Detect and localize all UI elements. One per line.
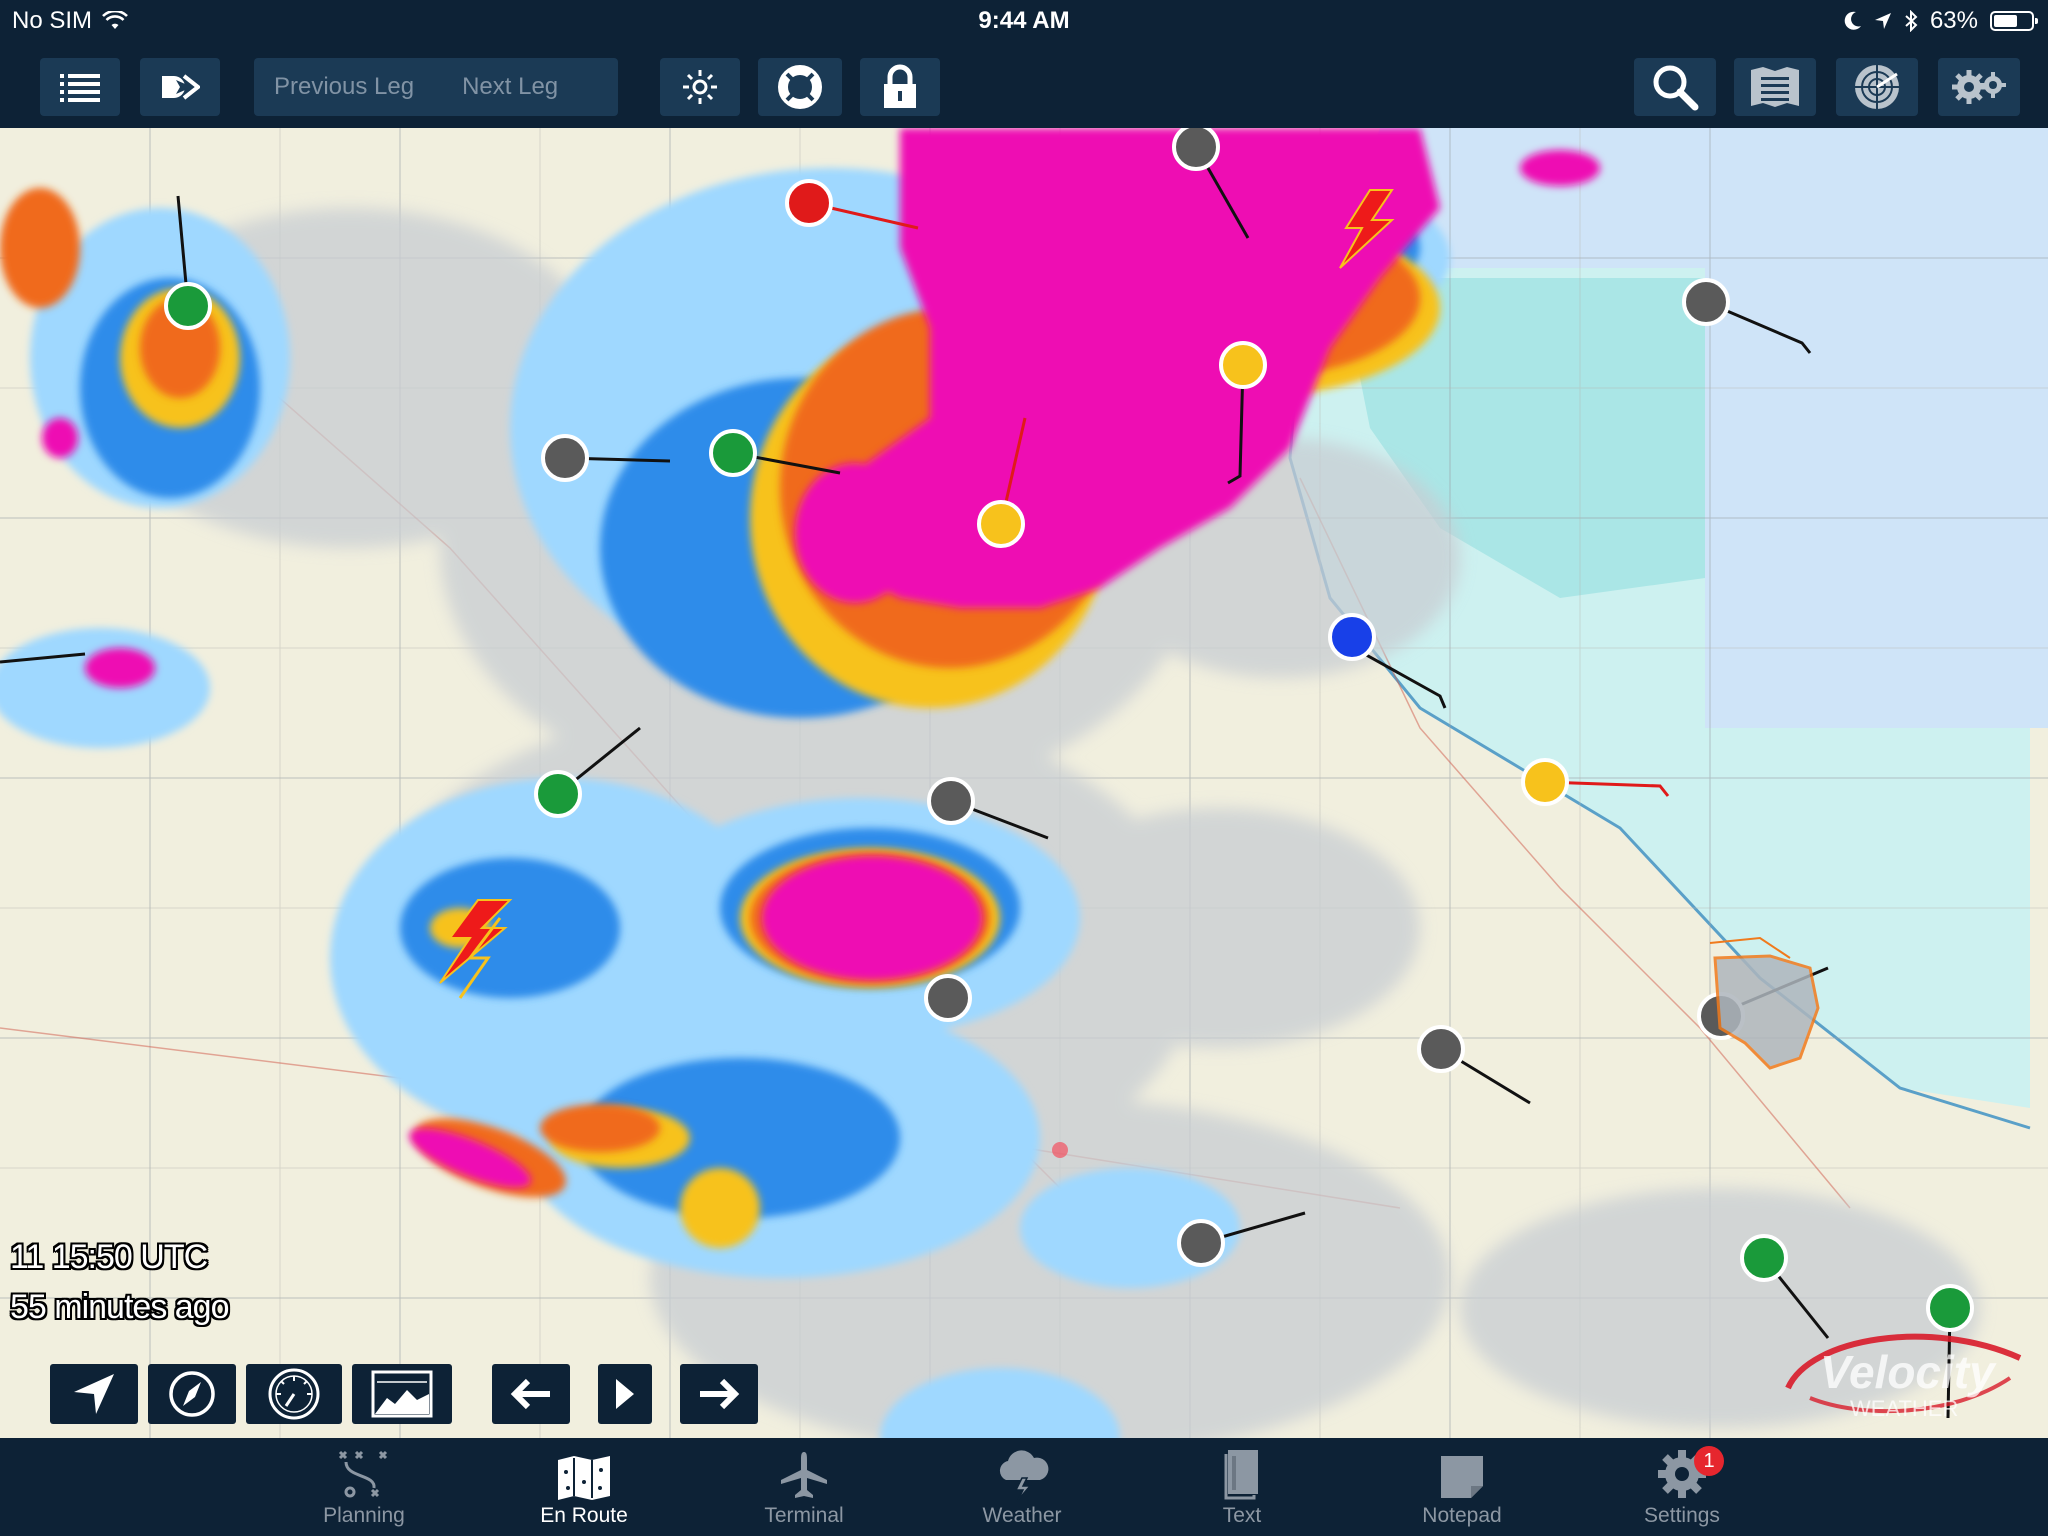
map-icon [558,1456,610,1500]
next-frame-button[interactable] [680,1364,758,1424]
tab-terminal[interactable]: Terminal [724,1438,884,1536]
notification-badge: 1 [1694,1446,1724,1476]
toolbar: Previous Leg Next Leg [0,40,2048,128]
radar-icon [1855,65,1899,109]
tab-label: Text [1222,1504,1262,1527]
leg-navigation: Previous Leg Next Leg [254,58,618,116]
layers-button[interactable] [1734,58,1816,116]
tab-label: Terminal [764,1504,844,1527]
brightness-icon [683,70,717,104]
svg-text:WEATHER: WEATHER [1850,1396,1958,1421]
tab-label: Settings [1644,1504,1720,1527]
tab-label: Notepad [1422,1504,1502,1527]
compass-button[interactable] [148,1364,236,1424]
tab-label: Weather [982,1504,1062,1527]
location-arrow-icon [74,1374,114,1414]
location-icon [1874,13,1891,29]
speedometer-icon [268,1368,320,1420]
lock-button[interactable] [860,58,940,116]
list-icon [60,74,100,102]
play-icon [616,1379,634,1409]
previous-leg-button[interactable]: Previous Leg [254,73,442,101]
velocity-weather-logo: Velocity WEATHER [1780,1318,2030,1428]
tab-bar: Planning En Route Terminal Weather Text … [0,1438,2048,1536]
forward-arrow-icon [700,1378,740,1410]
back-arrow-icon [510,1378,550,1410]
tab-settings[interactable]: 1 Settings [1602,1438,1762,1536]
list-button[interactable] [40,58,120,116]
direct-to-icon [162,74,200,100]
weather-cloud-icon [999,1450,1049,1500]
brightness-button[interactable] [660,58,740,116]
play-button[interactable] [598,1364,652,1424]
bluetooth-icon [1905,10,1918,32]
direct-to-button[interactable] [140,58,220,116]
instruments-button[interactable] [246,1364,342,1424]
lock-icon [884,64,916,108]
next-leg-button[interactable]: Next Leg [442,73,586,101]
moon-icon [1844,11,1861,30]
map-view[interactable]: Velocity WEATHER 11 15:50 UTC 55 minutes… [0,128,2048,1438]
planning-icon [338,1450,388,1498]
status-bar: No SIM 9:44 AM 63% [0,0,2048,40]
airplane-icon [781,1452,827,1498]
tab-planning[interactable]: Planning [284,1438,444,1536]
battery-percent: 63% [1929,7,1978,34]
status-time: 9:44 AM [978,7,1070,34]
map-canvas[interactable] [0,128,2048,1438]
svg-text:Velocity: Velocity [1820,1346,1997,1398]
lifebuoy-icon [778,65,822,109]
tab-text[interactable]: Text [1162,1438,1322,1536]
tab-label: Planning [323,1504,405,1527]
radar-button[interactable] [1836,58,1918,116]
tab-label: En Route [540,1504,628,1527]
layers-icon [1751,67,1799,107]
tab-notepad[interactable]: Notepad [1382,1438,1542,1536]
settings-gears-button[interactable] [1938,58,2020,116]
previous-frame-button[interactable] [492,1364,570,1424]
profile-view-button[interactable] [352,1364,452,1424]
battery-icon [1990,11,2038,31]
book-icon [1224,1450,1258,1500]
search-button[interactable] [1634,58,1716,116]
profile-chart-icon [371,1370,433,1418]
tab-weather[interactable]: Weather [942,1438,1102,1536]
radar-timestamp: 11 15:50 UTC [10,1238,208,1276]
settings-gears-icon [1952,70,2006,104]
radar-age: 55 minutes ago [10,1288,229,1326]
notepad-icon [1441,1456,1483,1498]
emergency-button[interactable] [758,58,842,116]
compass-icon [169,1371,215,1417]
tab-en-route[interactable]: En Route [504,1438,664,1536]
location-button[interactable] [50,1364,138,1424]
search-icon [1653,65,1699,111]
